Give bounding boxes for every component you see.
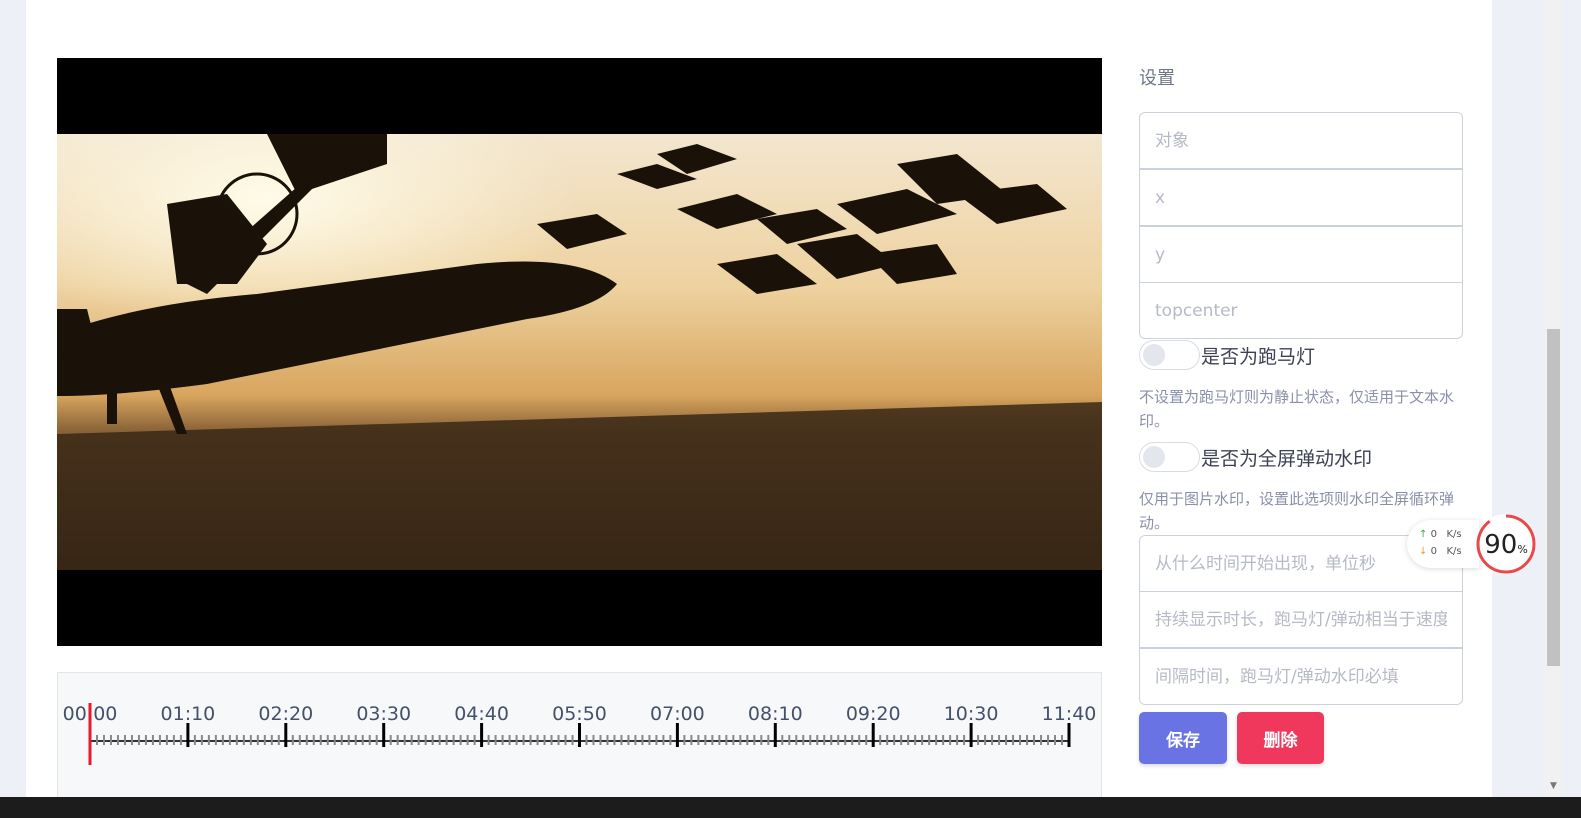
taskbar-strip [0, 797, 1581, 818]
scroll-down-icon[interactable]: ▼ [1545, 778, 1562, 795]
meter-percent: 90 [1484, 530, 1518, 560]
timeline[interactable]: 00:0001:1002:2003:3004:4005:5007:0008:10… [57, 672, 1102, 806]
upload-unit: K/s [1446, 529, 1462, 540]
object-input[interactable] [1140, 113, 1462, 168]
tick-label: 10:30 [944, 703, 999, 725]
x-field[interactable] [1139, 169, 1463, 226]
interval-input[interactable] [1140, 649, 1462, 704]
y-input[interactable] [1140, 227, 1462, 282]
x-input[interactable] [1140, 170, 1462, 225]
timeline-ruler[interactable]: 00:0001:1002:2003:3004:4005:5007:0008:10… [58, 673, 1103, 807]
duration-input[interactable] [1140, 592, 1462, 647]
marquee-toggle-label: 是否为跑马灯 [1201, 345, 1316, 368]
download-arrow-icon: ↓ [1419, 546, 1428, 557]
video-frame [57, 134, 1102, 570]
toggle-knob [1143, 446, 1165, 468]
delete-button[interactable]: 删除 [1237, 712, 1324, 764]
tick-label: 02:20 [258, 703, 313, 725]
settings-title: 设置 [1139, 68, 1175, 89]
upload-arrow-icon: ↑ [1419, 529, 1428, 540]
download-value: 0 [1430, 546, 1437, 557]
tick-label: 04:40 [454, 703, 509, 725]
object-field[interactable] [1139, 112, 1463, 169]
tick-label: 01:10 [161, 703, 216, 725]
marquee-hint: 不设置为跑马灯则为静止状态，仅适用于文本水印。 [1139, 388, 1455, 430]
download-unit: K/s [1446, 546, 1462, 557]
y-field[interactable] [1139, 226, 1463, 283]
upload-speed: ↑ 0 K/s [1419, 529, 1462, 540]
marquee-toggle-row: 是否为跑马灯 [1139, 340, 1315, 370]
interval-field[interactable] [1139, 648, 1463, 705]
video-player[interactable] [57, 58, 1102, 646]
duration-field[interactable] [1139, 591, 1463, 648]
network-monitor[interactable]: ↑ 0 K/s ↓ 0 K/s [1407, 520, 1479, 568]
toggle-knob [1143, 344, 1165, 366]
save-button[interactable]: 保存 [1139, 712, 1227, 764]
meter-percent-sign: % [1517, 543, 1528, 556]
upload-value: 0 [1430, 529, 1437, 540]
bounce-toggle[interactable] [1139, 442, 1200, 472]
bounce-toggle-label: 是否为全屏弹动水印 [1201, 447, 1373, 470]
scrollbar-thumb[interactable] [1547, 329, 1560, 666]
tick-label: 05:50 [552, 703, 607, 725]
position-input[interactable] [1140, 283, 1462, 338]
meter-value: 90% [1474, 530, 1538, 560]
marquee-toggle[interactable] [1139, 340, 1200, 370]
memory-meter[interactable]: 90% [1474, 512, 1538, 576]
download-speed: ↓ 0 K/s [1419, 546, 1462, 557]
tick-label: 08:10 [748, 703, 803, 725]
tick-label: 11:40 [1042, 703, 1097, 725]
tick-label: 03:30 [356, 703, 411, 725]
bounce-toggle-row: 是否为全屏弹动水印 [1139, 442, 1372, 472]
tick-label: 09:20 [846, 703, 901, 725]
position-field[interactable] [1139, 282, 1463, 339]
tick-label: 07:00 [650, 703, 705, 725]
